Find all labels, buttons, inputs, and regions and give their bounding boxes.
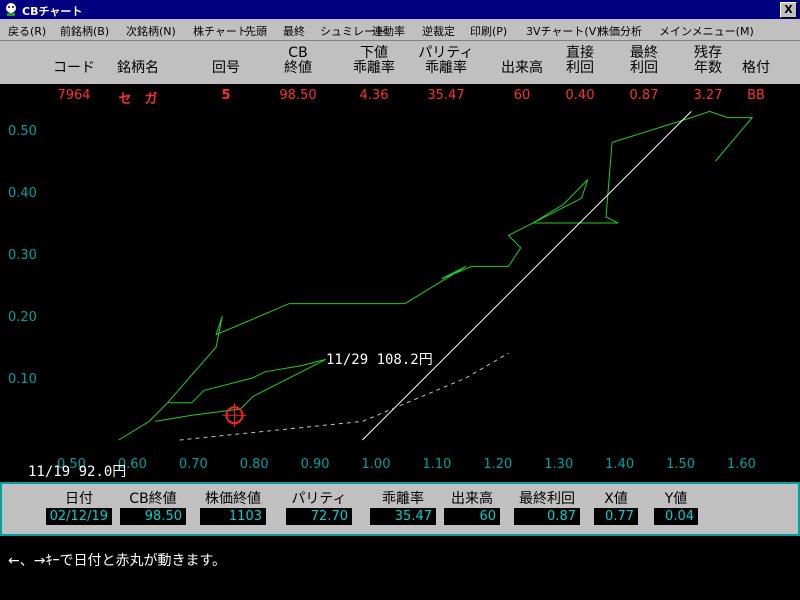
- x-tick-label: 1.40: [605, 457, 634, 472]
- annotation-start: 11/19 92.0円: [28, 464, 126, 480]
- info-value: 98.50: [120, 508, 186, 525]
- header-label: パリティ 乖離率: [418, 45, 474, 76]
- menu-bar: 戻る(R) 前銘柄(B) 次銘柄(N) 株チャート 先頭 最終 シュミレート 連動率 逆裁定 印刷…: [0, 19, 800, 41]
- info-value: 35.47: [370, 508, 436, 525]
- cb-chart[interactable]: 0.50 0.40 0.30 0.20 0.10 0.50 0.60 0.70 0.80 0.90…: [0, 108, 800, 482]
- menu-item[interactable]: 最終: [283, 23, 305, 39]
- info-value: 0.87: [514, 508, 580, 525]
- menu-item[interactable]: 連動率: [372, 23, 405, 39]
- menu-item[interactable]: メインメニュー(M): [659, 23, 754, 39]
- status-text: ←、→ｷｰで日付と赤丸が動きます。: [8, 553, 227, 569]
- info-label: 株価終値: [205, 491, 261, 507]
- chart-canvas[interactable]: 0.500.400.300.200.100.50 0.60 0.70 0.80 0.90…: [0, 108, 800, 482]
- header-label: 最終 利回: [630, 45, 658, 76]
- header-label: CB 終値: [284, 45, 312, 76]
- menu-item[interactable]: 株チャート: [193, 23, 248, 39]
- header-value: 60: [513, 88, 531, 103]
- x-tick-label: 1.20: [483, 457, 512, 472]
- info-label: 最終利回: [519, 491, 575, 507]
- header-label: 格付: [742, 60, 770, 76]
- header-label: 銘柄名: [117, 60, 159, 76]
- header-value: BB: [747, 88, 765, 103]
- menu-item[interactable]: 印刷(P): [470, 23, 507, 39]
- header-value: 0.40: [565, 88, 595, 103]
- menu-item[interactable]: 株価分析: [598, 23, 642, 39]
- menu-item[interactable]: 3Vチャート(V): [526, 23, 601, 39]
- info-value: 0.77: [594, 508, 638, 525]
- header-label: 回号: [212, 60, 240, 76]
- x-tick-label: 0.90: [301, 457, 330, 472]
- info-value: 1103: [200, 508, 266, 525]
- header-label: 出来高: [501, 60, 543, 76]
- series-line: [155, 358, 327, 422]
- info-label: 出来高: [451, 491, 493, 507]
- info-value: 60: [444, 508, 500, 525]
- menu-item[interactable]: 先頭: [245, 23, 267, 39]
- header-label: 下値 乖離率: [353, 45, 395, 76]
- window-title: CBチャート: [22, 5, 83, 18]
- info-label: CB終値: [129, 491, 177, 507]
- header-value: 7964: [57, 88, 91, 103]
- menu-item[interactable]: 逆裁定: [422, 23, 455, 39]
- y-tick-label: 0.20: [8, 310, 37, 325]
- info-label: X値: [604, 491, 628, 507]
- info-value: 0.04: [654, 508, 698, 525]
- value-row: 7964 セ ガ 5 98.50 4.36 35.47 60 0.40 0.87 3.27 BB: [0, 84, 800, 108]
- y-tick-label: 0.50: [8, 124, 37, 139]
- menu-item[interactable]: 次銘柄(N): [126, 23, 176, 39]
- x-tick-label: 1.00: [362, 457, 391, 472]
- title-bar: CBチャート X: [0, 0, 800, 19]
- header-value: 4.36: [359, 88, 389, 103]
- header-value: セ ガ: [118, 92, 158, 107]
- info-label: Y値: [664, 491, 688, 507]
- menu-item[interactable]: 戻る(R): [8, 23, 46, 39]
- menu-item[interactable]: 前銘柄(B): [60, 23, 109, 39]
- close-button[interactable]: X: [780, 2, 797, 18]
- series-line: [362, 111, 692, 441]
- x-tick-label: 1.10: [422, 457, 451, 472]
- series-line: [118, 110, 754, 441]
- info-label: 乖離率: [382, 491, 424, 507]
- header-label: コード: [53, 60, 95, 76]
- header-value: 35.47: [427, 88, 465, 103]
- y-tick-label: 0.10: [8, 372, 37, 387]
- info-label: パリティ: [291, 491, 347, 507]
- header-value: 98.50: [279, 88, 317, 103]
- y-tick-label: 0.30: [8, 248, 37, 263]
- header-label: 直接 利回: [566, 45, 594, 76]
- info-value: 72.70: [286, 508, 352, 525]
- x-tick-label: 1.60: [727, 457, 756, 472]
- header-value: 5: [221, 88, 231, 103]
- info-label: 日付: [65, 491, 93, 507]
- header-row: コード 銘柄名 回号 CB 終値 下値 乖離率 パリティ 乖離率 出来高 直接 利回 最終 利回 残存…: [0, 41, 800, 84]
- app-icon: [6, 3, 16, 16]
- annotation-current: 11/29 108.2円: [326, 352, 433, 368]
- x-tick-label: 1.50: [666, 457, 695, 472]
- header-value: 0.87: [629, 88, 659, 103]
- x-tick-label: 0.70: [179, 457, 208, 472]
- info-panel: 日付 02/12/19 CB終値 98.50 株価終値 1103 パリティ 72.70 乖離率 3…: [0, 482, 800, 536]
- y-tick-label: 0.40: [8, 186, 37, 201]
- x-tick-label: 0.80: [240, 457, 269, 472]
- x-tick-label: 1.30: [544, 457, 573, 472]
- info-value: 02/12/19: [46, 508, 112, 525]
